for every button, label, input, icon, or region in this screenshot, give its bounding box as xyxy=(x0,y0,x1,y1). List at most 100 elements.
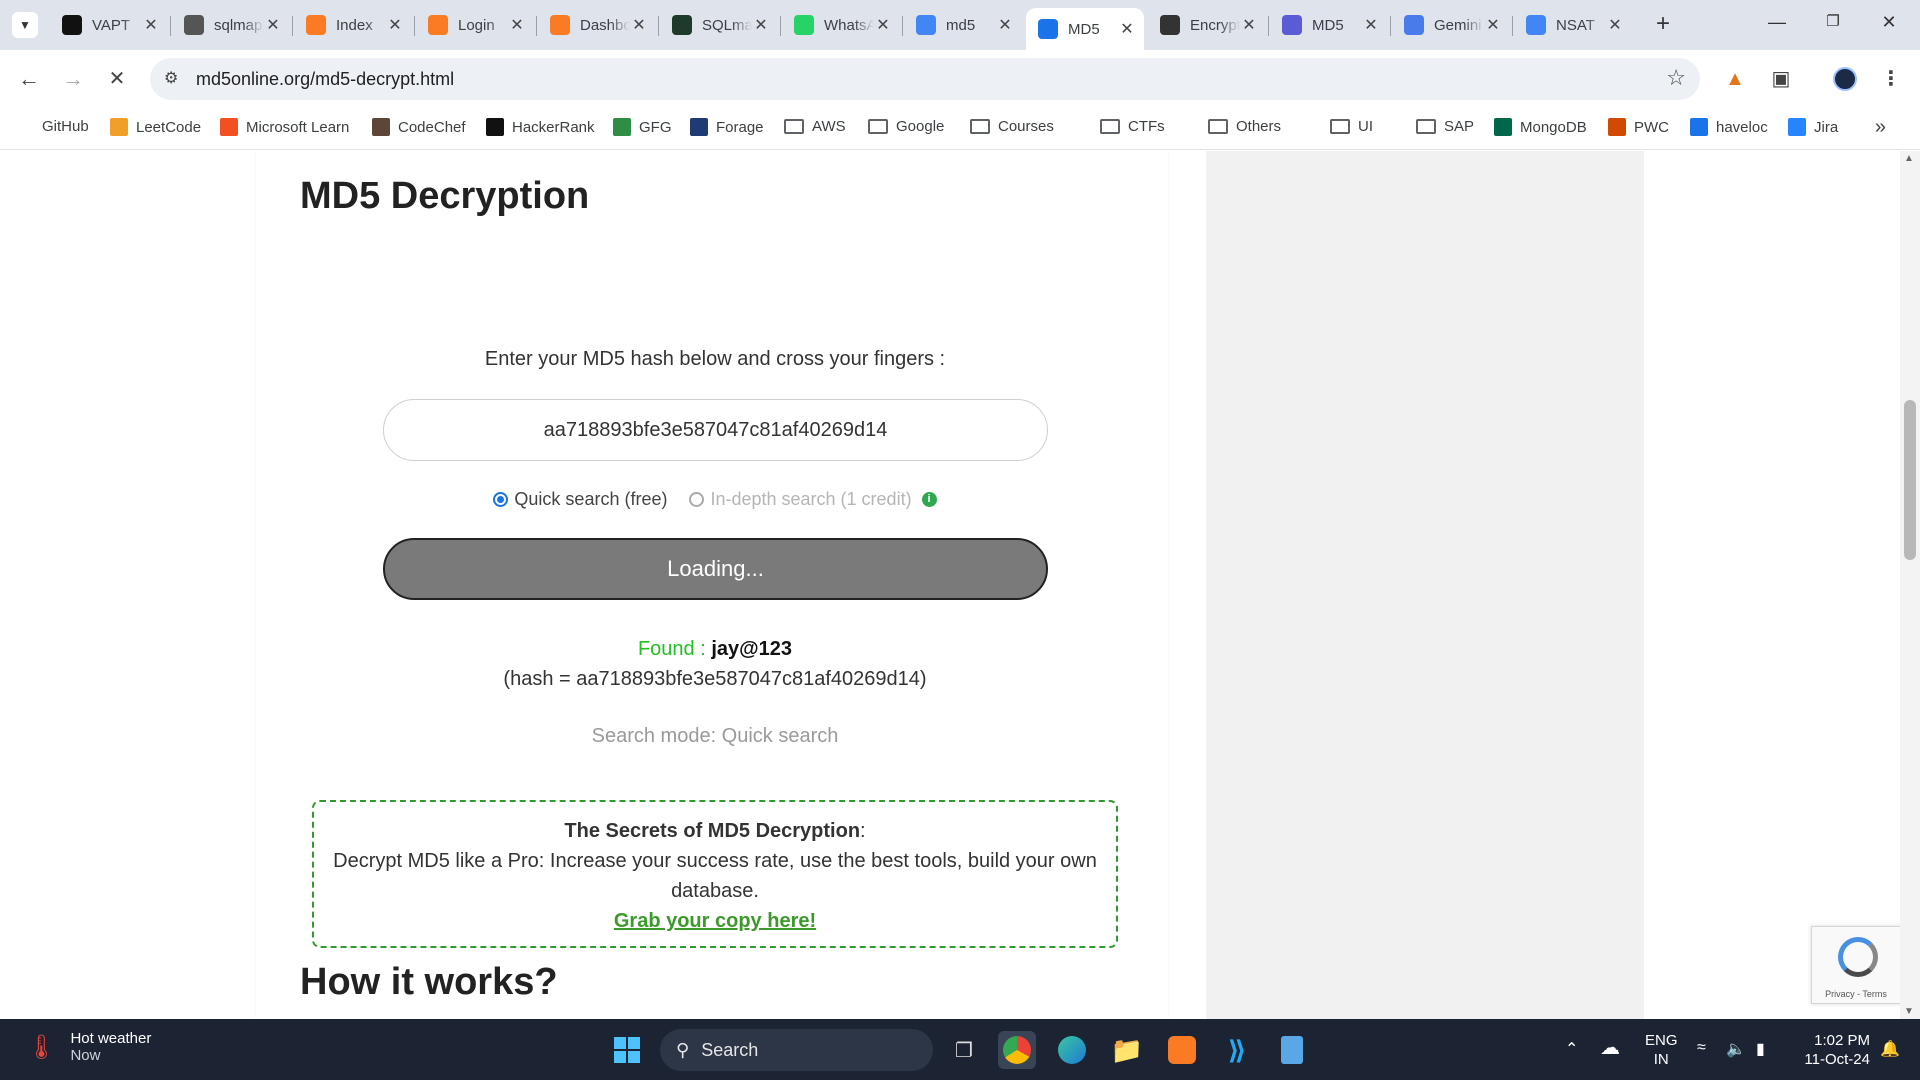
system-clock[interactable]: 1:02 PM 11-Oct-24 xyxy=(1796,1031,1870,1069)
hash-prompt: Enter your MD5 hash below and cross your… xyxy=(484,348,946,370)
profile-avatar[interactable] xyxy=(1830,64,1860,94)
browser-tab[interactable]: md5 ✕ xyxy=(904,8,1022,42)
bookmark-hackerrank[interactable]: HackerRank xyxy=(486,118,595,136)
browser-tab[interactable]: Login ✕ xyxy=(416,8,534,42)
region-code: IN xyxy=(1653,1051,1669,1068)
forward-button[interactable]: → xyxy=(58,64,88,94)
scroll-thumb[interactable] xyxy=(1904,400,1916,560)
scroll-up-icon[interactable]: ▲ xyxy=(1904,153,1914,164)
site-info-icon[interactable]: ⚙ xyxy=(164,68,178,88)
browser-tab[interactable]: MD5 ✕ xyxy=(1270,8,1388,42)
close-tab-icon[interactable]: ✕ xyxy=(1484,15,1502,35)
language-indicator[interactable]: ENG IN xyxy=(1645,1031,1678,1069)
restore-button[interactable]: ❐ xyxy=(1818,12,1848,38)
edge-taskbar-icon[interactable] xyxy=(1053,1031,1091,1069)
hash-input[interactable] xyxy=(383,399,1048,461)
decrypt-button[interactable]: Loading... xyxy=(383,538,1048,600)
close-tab-icon[interactable]: ✕ xyxy=(508,15,526,35)
vscode-taskbar-icon[interactable]: ⟫ xyxy=(1218,1031,1256,1069)
stop-loading-button[interactable]: ✕ xyxy=(102,64,132,94)
show-hidden-icons[interactable]: ⌃ xyxy=(1565,1039,1578,1059)
browser-tab[interactable]: Index ✕ xyxy=(294,8,412,42)
bookmark-jira[interactable]: Jira xyxy=(1788,118,1838,136)
bookmark-star-icon[interactable]: ☆ xyxy=(1666,65,1686,91)
chrome-menu-icon[interactable]: ⋮ xyxy=(1876,64,1906,94)
taskbar-search[interactable]: ⚲ Search xyxy=(660,1029,933,1071)
notification-bell-icon[interactable]: 🔔 xyxy=(1880,1039,1900,1059)
bookmark-github[interactable]: GitHub xyxy=(42,118,89,135)
close-tab-icon[interactable]: ✕ xyxy=(386,15,404,35)
bookmark-google[interactable]: Google xyxy=(868,118,944,135)
minimize-button[interactable]: — xyxy=(1762,12,1792,38)
bookmark-haveloc[interactable]: haveloc xyxy=(1690,118,1768,136)
hackerrank-icon xyxy=(486,118,504,136)
page-scrollbar[interactable]: ▲ ▼ xyxy=(1900,151,1920,1019)
bookmark-others[interactable]: Others xyxy=(1208,118,1281,135)
bookmark-label: Courses xyxy=(998,118,1054,135)
quick-search-option[interactable]: Quick search (free) xyxy=(493,489,667,510)
file-explorer-icon[interactable]: 📁 xyxy=(1108,1031,1146,1069)
bookmark-ctfs[interactable]: CTFs xyxy=(1100,118,1165,135)
back-button[interactable]: ← xyxy=(14,64,44,94)
notepad-taskbar-icon[interactable] xyxy=(1273,1031,1311,1069)
chevron-down-icon: ▼ xyxy=(19,18,31,32)
close-tab-icon[interactable]: ✕ xyxy=(874,15,892,35)
weather-widget[interactable]: 🌡 Hot weather Now xyxy=(26,1030,151,1064)
task-view-icon[interactable]: ❐ xyxy=(945,1031,983,1069)
volume-icon[interactable]: 🔈 xyxy=(1726,1039,1746,1059)
recaptcha-badge[interactable]: Privacy - Terms xyxy=(1811,926,1901,1004)
bookmark-pwc[interactable]: PWC xyxy=(1608,118,1669,136)
browser-tab[interactable]: SQLmap✕ xyxy=(660,8,778,42)
promo-link[interactable]: Grab your copy here! xyxy=(614,910,816,932)
close-tab-icon[interactable]: ✕ xyxy=(996,15,1014,35)
chrome-taskbar-icon[interactable] xyxy=(998,1031,1036,1069)
more-bookmarks-icon[interactable]: » xyxy=(1875,116,1886,139)
close-tab-icon[interactable]: ✕ xyxy=(1362,15,1380,35)
close-tab-icon[interactable]: ✕ xyxy=(630,15,648,35)
metamask-extension-icon[interactable]: ▲ xyxy=(1720,64,1750,94)
bookmark-aws[interactable]: AWS xyxy=(784,118,846,135)
quick-search-radio[interactable] xyxy=(493,492,509,507)
in-depth-search-radio[interactable] xyxy=(689,492,705,507)
in-depth-search-option[interactable]: In-depth search (1 credit) i xyxy=(689,489,937,510)
close-tab-icon[interactable]: ✕ xyxy=(1118,19,1136,39)
close-tab-icon[interactable]: ✕ xyxy=(1606,15,1624,35)
bookmark-mongodb[interactable]: MongoDB xyxy=(1494,118,1587,136)
browser-tab[interactable]: WhatsApp✕ xyxy=(782,8,900,42)
browser-tab[interactable]: VAPT ✕ xyxy=(50,8,168,42)
scroll-down-icon[interactable]: ▼ xyxy=(1904,1006,1914,1017)
battery-icon[interactable]: ▮ xyxy=(1756,1039,1765,1059)
close-tab-icon[interactable]: ✕ xyxy=(1240,15,1258,35)
bookmark-leetcode[interactable]: LeetCode xyxy=(110,118,201,136)
info-icon[interactable]: i xyxy=(921,492,937,507)
bookmark-codechef[interactable]: CodeChef xyxy=(372,118,466,136)
onedrive-icon[interactable]: ☁ xyxy=(1600,1035,1620,1060)
close-window-button[interactable]: ✕ xyxy=(1874,12,1904,38)
browser-tab[interactable]: Gemini ✕ xyxy=(1392,8,1510,42)
bookmark-sap[interactable]: SAP xyxy=(1416,118,1474,135)
browser-tab[interactable]: sqlmap ✕ xyxy=(172,8,290,42)
xampp-taskbar-icon[interactable] xyxy=(1163,1031,1201,1069)
tab-search-button[interactable]: ▼ xyxy=(12,12,38,38)
browser-tab[interactable]: MD5 ✕ xyxy=(1026,8,1144,50)
bookmark-ui[interactable]: UI xyxy=(1330,118,1373,135)
bookmark-label: Others xyxy=(1236,118,1282,135)
search-mode-text: Search mode: Quick search xyxy=(591,725,839,747)
close-tab-icon[interactable]: ✕ xyxy=(142,15,160,35)
recaptcha-terms[interactable]: Privacy - Terms xyxy=(1812,989,1900,999)
close-tab-icon[interactable]: ✕ xyxy=(752,15,770,35)
browser-tab[interactable]: NSAT ✕ xyxy=(1514,8,1632,42)
bookmark-microsoft-learn[interactable]: Microsoft Learn xyxy=(220,118,349,136)
wifi-icon[interactable]: ≈ xyxy=(1697,1039,1706,1057)
bookmark-gfg[interactable]: GFG xyxy=(613,118,672,136)
new-tab-button[interactable]: + xyxy=(1650,12,1676,38)
extensions-puzzle-icon[interactable]: ▣ xyxy=(1766,64,1796,94)
browser-tab[interactable]: Dashboard✕ xyxy=(538,8,656,42)
address-bar[interactable]: ⚙ md5online.org/md5-decrypt.html ☆ xyxy=(150,58,1700,100)
browser-tab[interactable]: Encrypt ✕ xyxy=(1148,8,1266,42)
url-text[interactable]: md5online.org/md5-decrypt.html xyxy=(196,69,454,90)
bookmark-forage[interactable]: Forage xyxy=(690,118,764,136)
start-button[interactable] xyxy=(608,1031,646,1069)
bookmark-courses[interactable]: Courses xyxy=(970,118,1054,135)
close-tab-icon[interactable]: ✕ xyxy=(264,15,282,35)
